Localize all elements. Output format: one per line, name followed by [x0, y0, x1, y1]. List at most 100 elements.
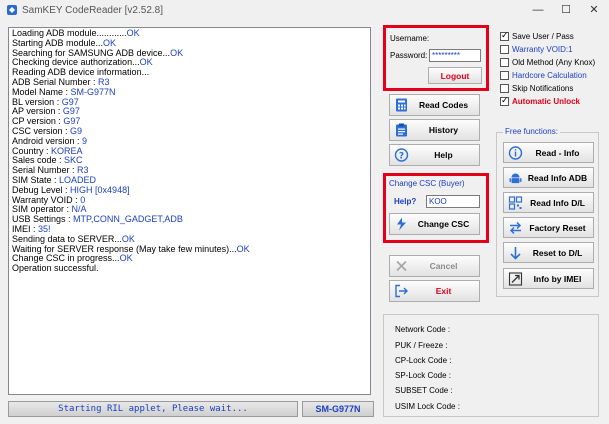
log-line-value: G97 [62, 106, 80, 117]
minimize-button[interactable]: — [524, 0, 552, 20]
read-info-button[interactable]: Read - Info [503, 142, 594, 163]
log-line-text: Starting ADB module... [12, 37, 104, 48]
help-label: Help [434, 150, 453, 160]
change-csc-button[interactable]: Change CSC [389, 213, 480, 235]
app-icon [7, 5, 17, 15]
password-label: Password: [390, 51, 428, 60]
log-line-value: MTP,CONN_GADGET,ADB [73, 214, 183, 225]
status-bar: Starting RIL applet, Please wait... [8, 401, 298, 417]
read-codes-label: Read Codes [418, 100, 469, 110]
read-info-dl-button[interactable]: Read Info D/L [503, 192, 594, 213]
checkbox-icon[interactable] [500, 58, 509, 67]
reset-to-dl-button[interactable]: Reset to D/L [503, 242, 594, 263]
log-line-text: IMEI : [12, 223, 39, 234]
log-line-text: Waiting for SERVER response (May take fe… [12, 243, 237, 254]
log-line-value: SM-G977N [70, 86, 116, 97]
log-line-text: Model Name : [12, 86, 71, 97]
log-line-value: HIGH [0x4948] [70, 184, 130, 195]
log-line-text: Sales code : [12, 155, 65, 166]
log-line-text: Country : [12, 145, 52, 156]
cancel-label: Cancel [429, 261, 458, 271]
log-line: Operation successful. [12, 263, 367, 274]
model-indicator: SM-G977N [302, 401, 374, 417]
cp-lock-code-label: CP-Lock Code : [395, 356, 452, 365]
log-line-text: Operation successful. [12, 263, 99, 274]
log-line-text: Checking device authorization... [12, 57, 140, 68]
log-line-value: N/A [71, 204, 87, 215]
question-icon: ? [394, 148, 409, 162]
log-line-value: OK [139, 57, 153, 68]
log-line-value: OK [103, 37, 117, 48]
history-button[interactable]: History [389, 119, 480, 141]
logout-button[interactable]: Logout [428, 67, 482, 84]
maximize-button[interactable]: ☐ [552, 0, 580, 20]
log-line-text: Change CSC in progress... [12, 253, 120, 264]
csc-help-link[interactable]: Help? [394, 197, 416, 206]
log-line-text: AP version : [12, 106, 63, 117]
log-line-value: OK [121, 233, 135, 244]
log-line-text: Warranty VOID : [12, 194, 81, 205]
checkbox-icon[interactable] [500, 95, 509, 106]
factory-reset-label: Factory Reset [529, 222, 586, 233]
log-line-value: G97 [63, 116, 81, 127]
qr-code-icon [508, 195, 523, 210]
log-line-value: G9 [70, 125, 83, 136]
log-line-value: OK [126, 28, 140, 38]
exit-button[interactable]: Exit [389, 280, 480, 302]
svg-text:?: ? [399, 151, 404, 161]
swap-arrows-icon [509, 221, 522, 234]
read-codes-button[interactable]: Read Codes [389, 94, 480, 116]
log-line-text: SIM operator : [12, 204, 72, 215]
exit-icon [395, 284, 408, 298]
reset-to-dl-label: Reset to D/L [532, 247, 583, 258]
window-title: SamKEY CodeReader [v2.52.8] [22, 5, 164, 16]
log-output[interactable]: Loading ADB module............OK Starting… [8, 27, 371, 395]
help-button[interactable]: ? Help [389, 144, 480, 166]
factory-reset-button[interactable]: Factory Reset [503, 217, 594, 238]
log-line-value: OK [236, 243, 250, 254]
lightning-icon [397, 217, 406, 231]
option-label: Skip Notifications [512, 84, 574, 93]
change-csc-label: Change CSC [417, 219, 470, 229]
log-line-value: LOADED [59, 174, 97, 185]
title-bar: SamKEY CodeReader [v2.52.8] — ☐ ✕ [0, 0, 609, 22]
read-info-label: Read - Info [535, 147, 580, 158]
password-field[interactable]: ********* [429, 49, 481, 62]
usim-lock-code-label: USIM Lock Code : [395, 402, 460, 411]
log-line-value: 0 [80, 194, 86, 205]
checkbox-icon[interactable] [500, 30, 509, 41]
checkbox-icon[interactable] [500, 45, 509, 54]
log-line-value: G97 [61, 96, 79, 107]
free-functions-title: Free functions: [503, 127, 560, 136]
option-label: Hardcore Calculation [512, 71, 587, 80]
link-icon [508, 271, 523, 286]
log-line-text: Sending data to SERVER... [12, 233, 122, 244]
log-line-text: CP version : [12, 116, 64, 127]
arrow-down-icon [510, 246, 521, 260]
option-label: Warranty VOID:1 [512, 45, 573, 54]
logout-label: Logout [440, 70, 470, 81]
log-line-value: 9 [82, 135, 88, 146]
username-label: Username: [390, 34, 430, 43]
log-line-text: CSC version : [12, 125, 71, 136]
log-line-text: Loading ADB module............ [12, 28, 127, 38]
log-line-value: OK [119, 253, 133, 264]
csc-input[interactable]: KOO [426, 195, 480, 208]
puk-freeze-label: PUK / Freeze : [395, 341, 448, 350]
history-label: History [428, 125, 459, 135]
log-line-value: SKC [64, 155, 83, 166]
log-line-text: USB Settings : [12, 214, 74, 225]
read-info-adb-button[interactable]: Read Info ADB [503, 167, 594, 188]
checkbox-icon[interactable] [500, 84, 509, 93]
log-line-value: 35! [38, 223, 51, 234]
info-by-imei-button[interactable]: Info by IMEI [503, 268, 594, 289]
clipboard-icon [396, 123, 407, 137]
network-code-label: Network Code : [395, 325, 451, 334]
log-line-value: R3 [77, 165, 89, 176]
log-line: USB Settings : MTP,CONN_GADGET,ADB [12, 214, 367, 225]
cancel-button[interactable]: Cancel [389, 255, 480, 277]
checkbox-icon[interactable] [500, 71, 509, 80]
close-button[interactable]: ✕ [580, 0, 608, 20]
read-info-dl-label: Read Info D/L [530, 197, 585, 208]
log-line-value: KOREA [51, 145, 83, 156]
